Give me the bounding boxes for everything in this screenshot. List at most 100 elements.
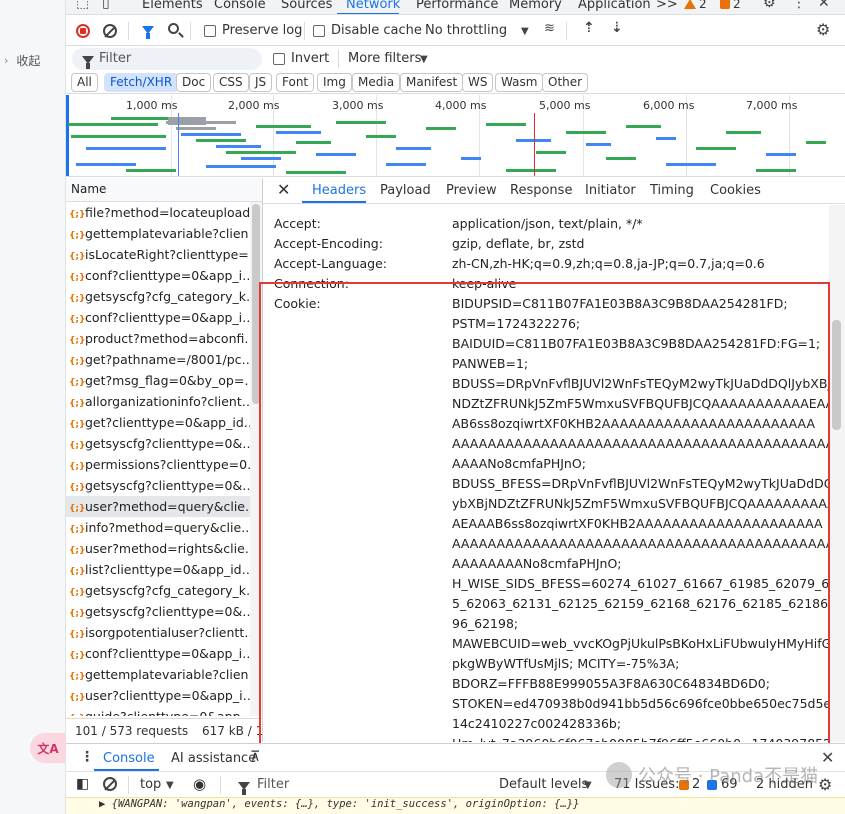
ai-assistance-close-icon[interactable]: ⊼ [250, 749, 260, 765]
tab-console[interactable]: Console [214, 0, 266, 12]
clear-console-icon[interactable] [103, 777, 117, 791]
type-filter-wasm[interactable]: Wasm [495, 73, 544, 92]
request-row[interactable]: {;}user?method=rights&clie… [66, 538, 262, 559]
request-row[interactable]: {;}permissions?clienttype=0… [66, 454, 262, 475]
type-filter-media[interactable]: Media [352, 73, 401, 92]
request-row[interactable]: {;}user?method=query&clie… [66, 496, 262, 517]
warnings-badge[interactable]: 2 [684, 0, 707, 11]
timeline-overview[interactable]: 1,000 ms 2,000 ms 3,000 ms 4,000 ms 5,00… [66, 95, 845, 177]
settings-gear-icon[interactable]: ⚙ [763, 0, 776, 11]
type-filter-other[interactable]: Other [542, 73, 589, 92]
request-row[interactable]: {;}conf?clienttype=0&app_i… [66, 265, 262, 286]
tab-headers[interactable]: Headers [312, 183, 366, 198]
request-row[interactable]: {;}gettemplatevariable?clien… [66, 664, 262, 685]
disable-cache-checkbox[interactable] [313, 25, 325, 37]
record-stop-icon[interactable] [76, 24, 90, 38]
type-filter-fetch-xhr[interactable]: Fetch/XHR [104, 73, 179, 92]
request-row[interactable]: {;}conf?clienttype=0&app_i… [66, 643, 262, 664]
type-filter-img[interactable]: Img [317, 73, 352, 92]
request-row[interactable]: {;}get?clienttype=0&app_id… [66, 412, 262, 433]
type-filter-ws[interactable]: WS [462, 73, 494, 92]
request-row[interactable]: {;}getsyscfg?cfg_category_k… [66, 580, 262, 601]
type-filter-font[interactable]: Font [276, 73, 315, 92]
network-settings-gear-icon[interactable]: ⚙ [816, 20, 830, 39]
chevron-down-icon[interactable]: ▼ [584, 780, 592, 791]
request-row[interactable]: {;}file?method=locateupload [66, 202, 262, 223]
tab-timing[interactable]: Timing [650, 183, 694, 198]
eye-icon[interactable]: ◉ [193, 775, 206, 793]
requests-column-header[interactable]: Name [66, 178, 262, 202]
close-details-icon[interactable]: ✕ [277, 180, 290, 199]
scrollbar-thumb[interactable] [252, 204, 260, 404]
request-row[interactable]: {;}product?method=abconfi… [66, 328, 262, 349]
log-levels-dropdown[interactable]: Default levels [499, 777, 588, 792]
drawer-tab-console[interactable]: Console [103, 751, 155, 766]
export-har-icon[interactable]: ⇣ [611, 20, 623, 36]
tab-response[interactable]: Response [510, 183, 572, 198]
request-row[interactable]: {;}getsyscfg?clienttype=0&… [66, 475, 262, 496]
type-filter-css[interactable]: CSS [213, 73, 249, 92]
tab-preview[interactable]: Preview [446, 183, 497, 198]
request-row[interactable]: {;}get?msg_flag=0&by_op=… [66, 370, 262, 391]
request-row[interactable]: {;}gettemplatevariable?clien… [66, 223, 262, 244]
request-row[interactable]: {;}isorgpotentialuser?clientt… [66, 622, 262, 643]
network-conditions-icon[interactable]: ≋ [544, 21, 555, 36]
request-row[interactable]: {;}list?clienttype=0&app_id… [66, 559, 262, 580]
close-drawer-icon[interactable]: ✕ [821, 748, 834, 767]
tab-elements[interactable]: Elements [142, 0, 203, 12]
drawer-menu-icon[interactable]: ⋮ [80, 749, 94, 765]
type-filter-all[interactable]: All [71, 73, 98, 92]
request-row[interactable]: {;}get?pathname=/8001/pc… [66, 349, 262, 370]
close-devtools-icon[interactable]: ✕ [818, 0, 830, 11]
chevron-down-icon[interactable]: ▼ [521, 26, 529, 37]
filter-funnel-icon[interactable] [142, 26, 154, 39]
request-row[interactable]: {;}info?method=query&clie… [66, 517, 262, 538]
details-scrollbar[interactable] [829, 205, 845, 742]
more-tabs-chevron-icon[interactable]: >> [656, 0, 678, 12]
request-row[interactable]: {;}conf?clienttype=0&app_i… [66, 307, 262, 328]
inspect-element-icon[interactable]: ⬚ [76, 0, 89, 11]
tab-memory[interactable]: Memory [509, 0, 562, 12]
request-row[interactable]: {;}getsyscfg?clienttype=0&… [66, 601, 262, 622]
filter-input[interactable]: Filter [72, 48, 262, 70]
tab-application[interactable]: Application [578, 0, 651, 12]
console-message[interactable]: ▶ {WANGPAN: 'wangpan', events: {…}, type… [66, 797, 845, 814]
tab-initiator[interactable]: Initiator [585, 183, 636, 198]
console-filter-input[interactable]: Filter [257, 777, 289, 792]
request-row[interactable]: {;}guide?clienttype=0&app_… [66, 706, 262, 716]
type-filter-doc[interactable]: Doc [176, 73, 212, 92]
more-filters-dropdown[interactable]: More filters [348, 51, 421, 66]
console-settings-gear-icon[interactable]: ⚙ [818, 775, 832, 794]
drawer-tab-ai-assistance[interactable]: AI assistance [171, 751, 256, 766]
tab-performance[interactable]: Performance [416, 0, 498, 12]
request-row[interactable]: {;}getsyscfg?clienttype=0&… [66, 433, 262, 454]
tab-payload[interactable]: Payload [380, 183, 431, 198]
kebab-menu-icon[interactable]: ⋮ [792, 0, 806, 11]
clear-icon[interactable] [103, 24, 117, 38]
translate-badge[interactable]: 文A [30, 733, 66, 763]
issues-label[interactable]: 71 Issues: [614, 777, 679, 792]
tab-sources[interactable]: Sources [281, 0, 332, 12]
search-icon[interactable] [168, 23, 179, 34]
request-row[interactable]: {;}isLocateRight?clienttype=… [66, 244, 262, 265]
sidebar-toggle-icon[interactable]: ◧ [76, 776, 89, 792]
context-selector[interactable]: top [140, 777, 161, 792]
request-row[interactable]: {;}getsyscfg?cfg_category_k… [66, 286, 262, 307]
type-filter-js[interactable]: JS [249, 73, 273, 92]
device-toolbar-icon[interactable]: ▯ [102, 0, 110, 11]
request-row[interactable]: {;}allorganizationinfo?client… [66, 391, 262, 412]
scrollbar-thumb[interactable] [832, 320, 841, 430]
tab-cookies[interactable]: Cookies [710, 183, 761, 198]
request-list-scrollbar[interactable] [250, 202, 262, 716]
throttling-select[interactable]: No throttling [425, 23, 507, 38]
invert-checkbox[interactable] [273, 53, 285, 65]
preserve-log-checkbox[interactable] [204, 25, 216, 37]
tab-network[interactable]: Network [346, 0, 400, 12]
errors-badge[interactable]: 2 [720, 0, 741, 11]
chevron-down-icon[interactable]: ▼ [420, 54, 428, 65]
request-row[interactable]: {;}user?clienttype=0&app_i… [66, 685, 262, 706]
import-har-icon[interactable]: ⇡ [583, 20, 595, 36]
chevron-down-icon[interactable]: ▼ [166, 780, 174, 791]
collapse-toggle[interactable]: › 收起 [4, 52, 40, 69]
type-filter-manifest[interactable]: Manifest [400, 73, 464, 92]
